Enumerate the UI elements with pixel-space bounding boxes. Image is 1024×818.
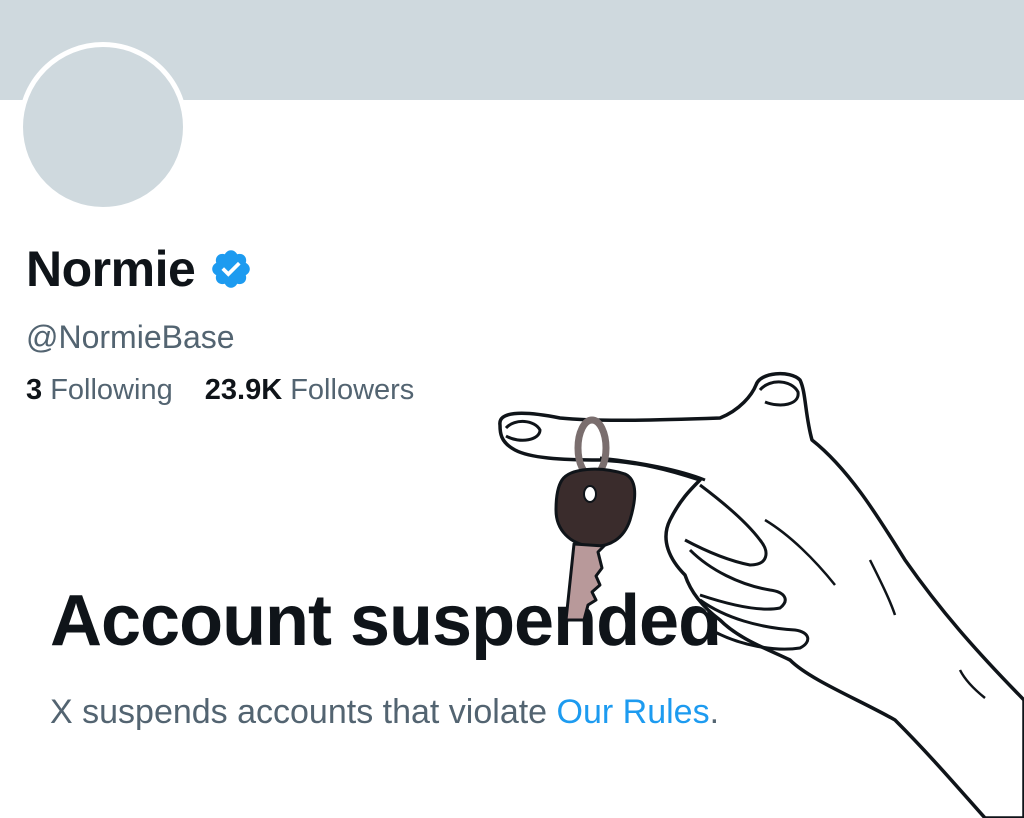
- hand-holding-key-illustration: [498, 372, 1024, 818]
- profile-page: Normie @NormieBase 3 Following 23.9K Fol…: [0, 0, 1024, 818]
